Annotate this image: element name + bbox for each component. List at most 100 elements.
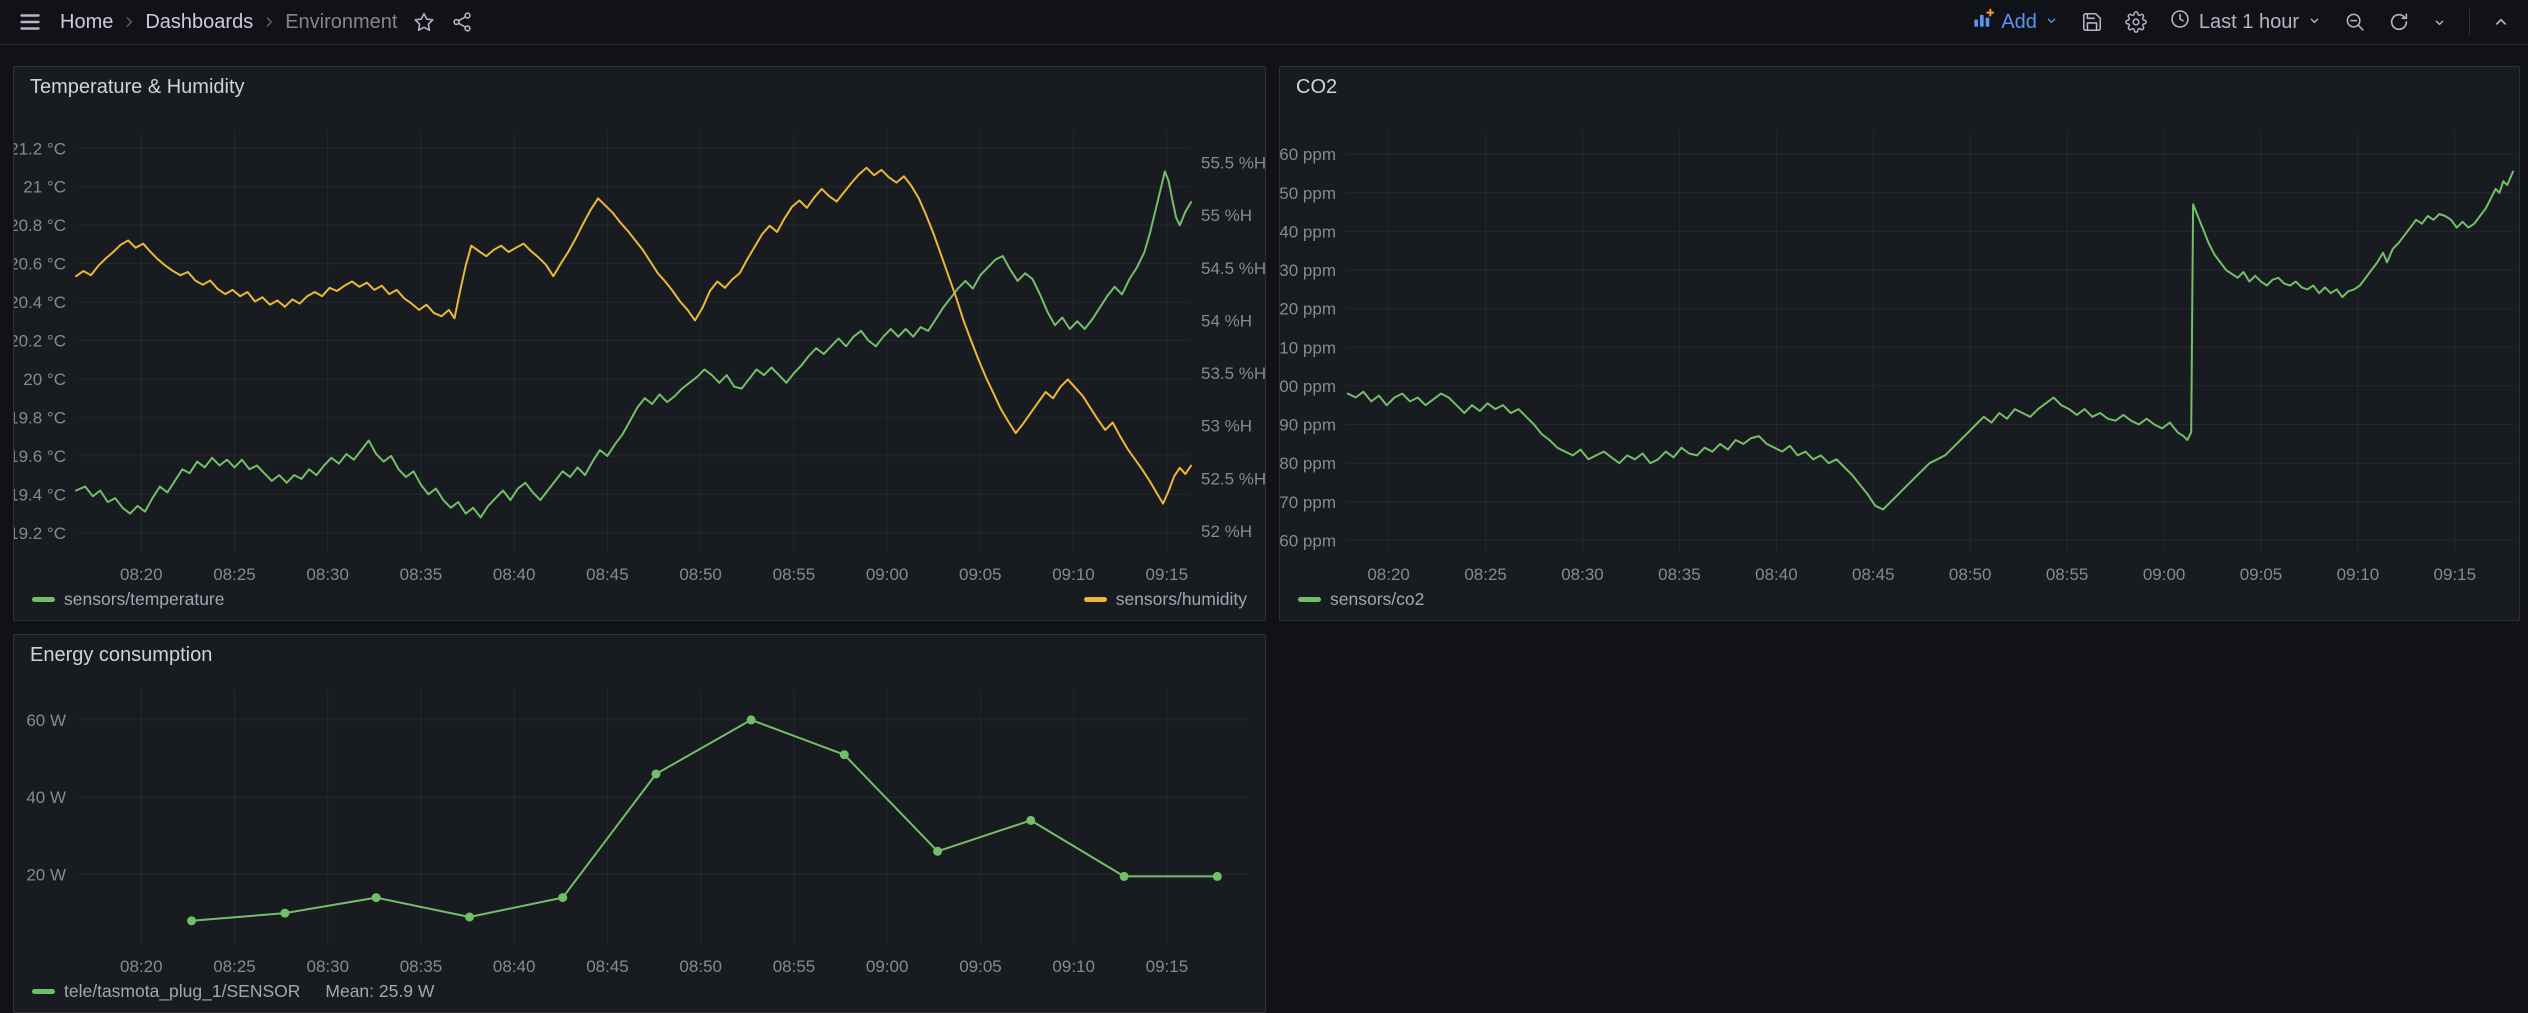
caret-down-icon (2307, 11, 2322, 34)
zoom-out-time-button[interactable] (2336, 5, 2374, 39)
y-axis-tick-label: 20.4 °C (14, 293, 66, 312)
series-color-swatch (32, 597, 55, 602)
series-color-swatch (1084, 597, 1107, 602)
x-axis-tick-label: 08:45 (1852, 565, 1895, 584)
panel-header: Temperature & Humidity (14, 67, 1265, 107)
data-point (1120, 872, 1129, 881)
y-axis-right-tick-label: 52.5 %H (1201, 469, 1265, 488)
breadcrumb-home[interactable]: Home (60, 11, 113, 34)
navbar-left: Home Dashboards Environment (10, 4, 481, 40)
top-navbar: Home Dashboards Environment (0, 0, 2528, 45)
legend-item-energy[interactable]: tele/tasmota_plug_1/SENSOR Mean: 25.9 W (32, 981, 434, 1002)
data-point (558, 893, 567, 902)
zoom-out-icon (2344, 11, 2366, 33)
refresh-icon (2388, 11, 2410, 33)
x-axis-tick-label: 08:45 (586, 565, 629, 584)
gear-icon (2125, 11, 2147, 33)
x-axis-tick-label: 08:25 (213, 565, 256, 584)
chevron-up-icon (2492, 13, 2510, 31)
y-axis-tick-label: 19.4 °C (14, 485, 66, 504)
x-axis-tick-label: 08:30 (1561, 565, 1604, 584)
x-axis-tick-label: 09:05 (959, 565, 1002, 584)
data-point (372, 893, 381, 902)
panel-title[interactable]: CO2 (1296, 76, 1337, 99)
dashboard-settings-button[interactable] (2117, 5, 2155, 39)
series-line-sensors/co2 (1348, 172, 2513, 510)
data-point (747, 715, 756, 724)
legend-item-temperature[interactable]: sensors/temperature (32, 589, 225, 610)
y-axis-tick-label: 20.2 °C (14, 332, 66, 351)
y-axis-right-tick-label: 53 %H (1201, 417, 1252, 436)
share-dashboard-button[interactable] (443, 5, 481, 39)
y-axis-tick-label: 20.6 °C (14, 255, 66, 274)
refresh-interval-dropdown[interactable] (2424, 9, 2455, 36)
time-range-picker[interactable]: Last 1 hour (2161, 2, 2330, 42)
favorite-dashboard-button[interactable] (405, 5, 443, 39)
save-dashboard-button[interactable] (2073, 5, 2111, 39)
y-axis-tick-label: 500 ppm (1280, 377, 1336, 396)
x-axis-tick-label: 08:40 (493, 957, 536, 976)
refresh-dashboard-button[interactable] (2380, 5, 2418, 39)
panel-title[interactable]: Energy consumption (30, 644, 212, 667)
data-point (652, 770, 661, 779)
x-axis-tick-label: 08:45 (586, 957, 629, 976)
panel-title[interactable]: Temperature & Humidity (30, 76, 245, 99)
x-axis-tick-label: 08:40 (1755, 565, 1798, 584)
x-axis-tick-label: 08:35 (400, 565, 443, 584)
breadcrumb-dashboards[interactable]: Dashboards (145, 11, 253, 34)
chart-co2[interactable]: 560 ppm550 ppm540 ppm530 ppm520 ppm510 p… (1280, 107, 2519, 588)
chart-temperature-humidity[interactable]: 21.2 °C 21 °C 20.8 °C 20.6 °C 20.4 °C 20.2 °C… (14, 107, 1265, 588)
y-axis-tick-label: 530 ppm (1280, 261, 1336, 280)
panel-header: Energy consumption (14, 635, 1265, 675)
legend-mean-value: Mean: 25.9 W (325, 981, 434, 1002)
data-point (840, 750, 849, 759)
add-panel-icon (1972, 8, 1994, 36)
add-button-label: Add (2001, 11, 2037, 34)
save-icon (2081, 11, 2103, 33)
x-axis-tick-label: 08:35 (1658, 565, 1701, 584)
x-axis-tick-label: 08:25 (1464, 565, 1507, 584)
legend: sensors/temperature sensors/humidity (32, 585, 1247, 613)
legend-item-humidity[interactable]: sensors/humidity (1084, 589, 1247, 610)
x-axis-tick-label: 08:40 (493, 565, 536, 584)
y-axis-tick-label: 19.2 °C (14, 524, 66, 543)
x-axis-tick-label: 09:10 (1052, 565, 1095, 584)
series-color-swatch (32, 989, 55, 994)
caret-down-icon (2432, 15, 2447, 30)
legend-item-co2[interactable]: sensors/co2 (1298, 589, 1424, 610)
x-axis-tick-label: 09:15 (1146, 565, 1189, 584)
x-axis-tick-label: 08:30 (306, 565, 349, 584)
panel-co2: CO2 560 ppm550 ppm540 ppm530 ppm520 ppm5… (1279, 66, 2520, 621)
y-axis-right-tick-label: 54.5 %H (1201, 259, 1265, 278)
y-axis-tick-label: 550 ppm (1280, 184, 1336, 203)
x-axis-tick-label: 08:30 (307, 957, 350, 976)
breadcrumb-current-environment: Environment (285, 11, 397, 34)
legend-label: sensors/humidity (1116, 589, 1247, 610)
x-axis-tick-label: 09:00 (866, 565, 909, 584)
panel-temperature-humidity: Temperature & Humidity 21.2 °C 21 °C 20.8 … (13, 66, 1266, 621)
menu-button[interactable] (10, 4, 50, 40)
y-axis-tick-label: 560 ppm (1280, 145, 1336, 164)
data-point (187, 916, 196, 925)
series-line-sensors/temperature (76, 171, 1191, 517)
y-axis-tick-label: 21.2 °C (14, 139, 66, 158)
clock-icon (2169, 8, 2191, 36)
y-axis-right-tick-label: 52 %H (1201, 522, 1252, 541)
caret-down-icon (2044, 11, 2059, 34)
x-axis-tick-label: 09:10 (2337, 565, 2380, 584)
y-axis-tick-label: 480 ppm (1280, 454, 1336, 473)
x-axis-tick-label: 08:20 (120, 565, 163, 584)
series-color-swatch (1298, 597, 1321, 602)
breadcrumb: Home Dashboards Environment (60, 11, 397, 34)
y-axis-right-tick-label: 54 %H (1201, 311, 1252, 330)
legend: sensors/co2 (1298, 585, 2501, 613)
add-button[interactable]: Add (1964, 2, 2067, 42)
x-axis-tick-label: 09:00 (866, 957, 909, 976)
x-axis-tick-label: 08:55 (773, 957, 816, 976)
collapse-navbar-button[interactable] (2484, 7, 2518, 37)
chart-energy[interactable]: 60 W40 W20 W08:2008:2508:3008:3508:4008:… (14, 675, 1265, 980)
y-axis-tick-label: 20.8 °C (14, 216, 66, 235)
y-axis-tick-label: 21 °C (23, 178, 66, 197)
data-point (1026, 816, 1035, 825)
y-axis-tick-label: 520 ppm (1280, 300, 1336, 319)
